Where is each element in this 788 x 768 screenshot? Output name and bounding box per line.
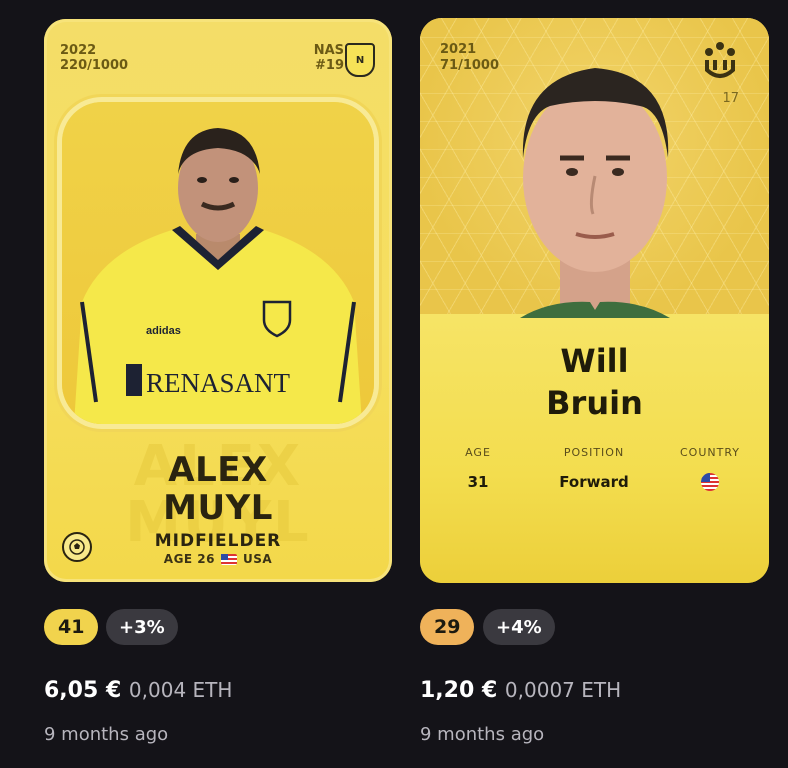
player-first-name: ALEX (168, 450, 268, 490)
price-eth: 0,0007 ETH (504, 678, 622, 702)
player-photo: adidas RENASANT (62, 102, 374, 424)
player-age-country: AGE 26 USA (44, 552, 392, 566)
price-eur: 1,20 € (420, 678, 498, 703)
time-ago: 9 months ago (44, 724, 169, 745)
player-name: Will Bruin (420, 340, 769, 424)
position-value: Forward (559, 473, 629, 491)
us-flag-icon (701, 473, 719, 491)
player-country: USA (243, 552, 273, 566)
player-photo (520, 68, 670, 318)
club-badge-icon: N (345, 43, 375, 77)
card-price: 6,05 € 0,004 ETH (44, 678, 232, 703)
player-last-name: Bruin (546, 384, 643, 422)
country-label: COUNTRY (680, 446, 740, 459)
card-score-badge: 41 (44, 609, 99, 645)
club-badge-letter: N (355, 54, 365, 66)
soccer-ball-icon (62, 532, 92, 562)
player-name: ALEX MUYL (44, 451, 392, 527)
country-value (655, 473, 765, 495)
team-code: NAS (313, 43, 344, 58)
position-label: POSITION (563, 446, 625, 459)
player-card-will-bruin[interactable]: 2021 71/1000 17 Will Bruin AGE POSITION … (420, 18, 769, 583)
svg-text:adidas: adidas (146, 325, 181, 337)
team-number: #19 (315, 58, 344, 73)
age-label: AGE (465, 446, 491, 459)
card-season-serial: 2021 71/1000 (440, 42, 499, 74)
player-first-name: Will (560, 342, 629, 380)
card-team-info: NAS #19 (314, 43, 344, 73)
card-score-badge: 29 (420, 609, 475, 645)
card-season: 2021 (440, 42, 477, 57)
player-illustration: adidas RENASANT (74, 128, 362, 424)
card-serial: 220/1000 (60, 58, 129, 73)
card-price: 1,20 € 0,0007 ETH (420, 678, 621, 703)
time-ago: 9 months ago (420, 724, 545, 745)
age-value: 31 (467, 473, 489, 491)
player-age: AGE 26 (163, 552, 216, 566)
us-flag-icon (221, 553, 238, 565)
score-delta-badge: +3% (106, 609, 178, 645)
player-card-alex-muyl[interactable]: 2022 220/1000 NAS #19 N adidas RENASANT (44, 19, 392, 582)
price-eth: 0,004 ETH (128, 678, 233, 702)
league-number: 17 (722, 91, 739, 106)
price-eur: 6,05 € (44, 678, 122, 703)
score-delta-badge: +4% (483, 609, 555, 645)
league-logo-icon (705, 42, 735, 78)
player-last-name: MUYL (163, 488, 273, 528)
card-season-serial: 2022 220/1000 (60, 43, 128, 73)
card-season: 2022 (60, 43, 97, 58)
sponsor-text: RENASANT (146, 368, 291, 398)
card-serial: 71/1000 (440, 58, 500, 73)
player-position: MIDFIELDER (154, 531, 282, 551)
